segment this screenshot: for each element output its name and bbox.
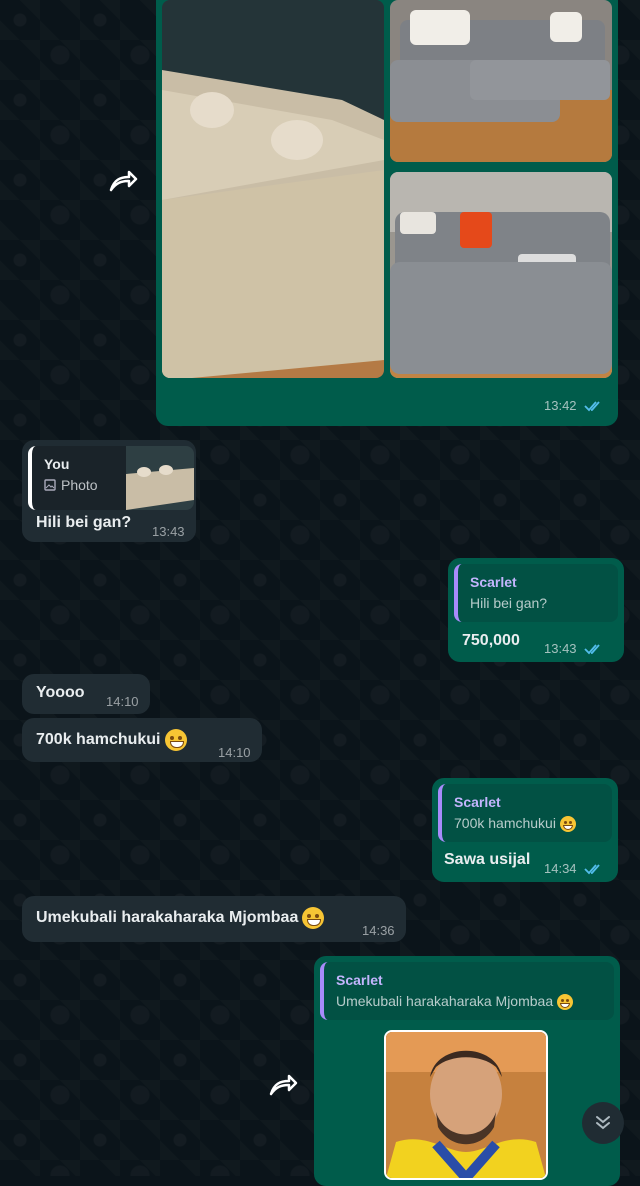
chevron-down-icon xyxy=(596,1116,610,1130)
forward-icon[interactable] xyxy=(268,1072,298,1098)
double-check-icon xyxy=(584,644,600,655)
quote-text: Hili bei gan? xyxy=(470,595,548,611)
message-timestamp: 13:43 xyxy=(544,641,577,656)
message-text: Hili bei gan? xyxy=(36,514,132,531)
smile-emoji-icon xyxy=(557,994,574,1011)
album-bubble[interactable]: 13:42 xyxy=(156,0,618,426)
smile-emoji-icon xyxy=(164,729,187,751)
quote-text: 700k hamchukui xyxy=(454,815,602,833)
message-text: 700k hamchukui xyxy=(36,729,187,751)
quote-author: Scarlet xyxy=(454,794,501,810)
double-check-icon xyxy=(584,401,600,412)
incoming-message[interactable]: 700k hamchukui 14:10 xyxy=(22,718,262,762)
sticker-image[interactable] xyxy=(384,1030,548,1180)
sofa-photo-2[interactable] xyxy=(390,0,612,162)
sticker-reply-message[interactable]: Scarlet Umekubali harakaharaka Mjombaa xyxy=(314,956,620,1186)
sofa-photo-3[interactable] xyxy=(390,172,612,378)
quote-thumbnail xyxy=(126,446,194,510)
quote-author: Scarlet xyxy=(336,972,383,988)
incoming-message[interactable]: Yoooo 14:10 xyxy=(22,674,150,714)
incoming-message[interactable]: Umekubali harakaharaka Mjombaa 14:36 xyxy=(22,896,406,942)
message-timestamp: 14:36 xyxy=(362,923,395,938)
message-timestamp: 14:10 xyxy=(218,745,251,760)
quoted-message[interactable]: Scarlet Hili bei gan? xyxy=(454,564,618,622)
message-text: 750,000 xyxy=(462,632,520,649)
message-text: Sawa usijal xyxy=(444,851,531,868)
message-timestamp: 14:10 xyxy=(106,694,139,709)
image-icon xyxy=(44,479,56,491)
forward-icon[interactable] xyxy=(108,168,138,194)
message-text: Yoooo xyxy=(36,684,85,701)
smile-emoji-icon xyxy=(302,907,325,929)
reply-photo-message[interactable]: You Photo Hili bei gan? 13:43 xyxy=(22,440,196,542)
message-timestamp: 14:34 xyxy=(544,861,577,876)
quoted-photo-reply[interactable]: You Photo xyxy=(28,446,194,510)
sawa-reply-message[interactable]: Scarlet 700k hamchukui Sawa usijal 14:34 xyxy=(432,778,618,882)
quoted-message[interactable]: Scarlet 700k hamchukui xyxy=(438,784,612,842)
price-reply-message[interactable]: Scarlet Hili bei gan? 750,000 13:43 xyxy=(448,558,624,662)
quote-author: Scarlet xyxy=(470,574,517,590)
message-text: Umekubali harakaharaka Mjombaa xyxy=(36,907,325,929)
quoted-message[interactable]: Scarlet Umekubali harakaharaka Mjombaa xyxy=(320,962,614,1020)
scroll-to-bottom-button[interactable] xyxy=(582,1102,624,1144)
sofa-photo-1[interactable] xyxy=(162,0,384,378)
message-timestamp: 13:43 xyxy=(152,524,185,539)
album-timestamp: 13:42 xyxy=(544,398,577,413)
smile-emoji-icon xyxy=(559,816,576,833)
quote-text: Umekubali harakaharaka Mjombaa xyxy=(336,993,604,1011)
double-check-icon xyxy=(584,864,600,875)
